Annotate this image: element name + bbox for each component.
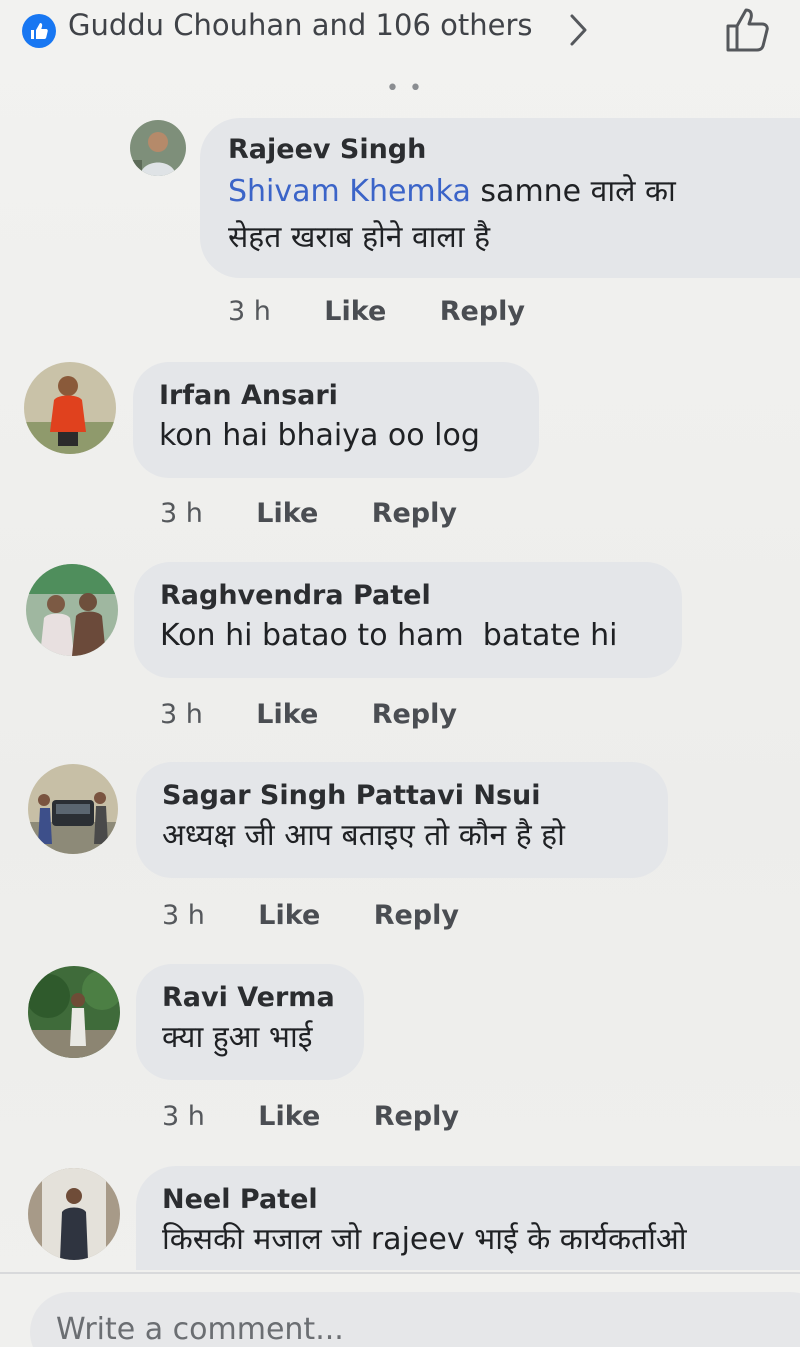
mention-link[interactable]: Shivam Khemka xyxy=(228,174,471,209)
avatar[interactable] xyxy=(28,1168,120,1260)
comment-text-line1: samne वाले का xyxy=(470,174,676,209)
comment-text: अध्यक्ष जी आप बताइए तो कौन है हो xyxy=(162,818,565,853)
chevron-right-icon[interactable] xyxy=(566,12,590,48)
comment-time: 3 h xyxy=(228,296,271,327)
comment-time: 3 h xyxy=(162,900,205,931)
avatar[interactable] xyxy=(28,764,118,854)
comment-time: 3 h xyxy=(160,699,203,730)
comment-bubble[interactable]: Irfan Ansari kon hai bhaiya oo log xyxy=(133,362,539,478)
comment-actions: 3 h Like Reply xyxy=(162,1101,459,1132)
comment-time: 3 h xyxy=(160,498,203,529)
reply-button[interactable]: Reply xyxy=(374,900,459,931)
comments-screen: Guddu Chouhan and 106 others •• Rajeev S… xyxy=(0,0,800,1347)
comment-author[interactable]: Rajeev Singh xyxy=(228,134,800,165)
comment-bubble[interactable]: Raghvendra Patel Kon hi batao to ham bat… xyxy=(134,562,682,678)
comment-author[interactable]: Neel Patel xyxy=(162,1184,800,1215)
comment-text: क्या हुआ भाई xyxy=(162,1020,313,1055)
composer-divider xyxy=(0,1272,800,1274)
comment-actions: 3 h Like Reply xyxy=(228,296,525,327)
like-post-icon[interactable] xyxy=(722,4,774,56)
more-indicator: •• xyxy=(386,76,432,101)
like-button[interactable]: Like xyxy=(258,1101,320,1132)
comment-actions: 3 h Like Reply xyxy=(162,900,459,931)
comment-author[interactable]: Raghvendra Patel xyxy=(160,580,682,611)
comment-text: किसकी मजाल जो rajeev भाई के कार्यकर्ताओ xyxy=(162,1222,687,1257)
avatar[interactable] xyxy=(28,966,120,1058)
like-reaction-icon xyxy=(22,14,56,48)
reactions-bar[interactable]: Guddu Chouhan and 106 others •• xyxy=(0,0,800,101)
comment-text: kon hai bhaiya oo log xyxy=(159,418,480,453)
comment-author[interactable]: Irfan Ansari xyxy=(159,380,539,411)
like-button[interactable]: Like xyxy=(258,900,320,931)
avatar[interactable] xyxy=(24,362,116,454)
comment-bubble[interactable]: Rajeev Singh Shivam Khemka samne वाले का… xyxy=(200,118,800,278)
comment-actions: 3 h Like Reply xyxy=(160,699,457,730)
reply-button[interactable]: Reply xyxy=(374,1101,459,1132)
avatar[interactable] xyxy=(130,120,186,176)
comment-time: 3 h xyxy=(162,1101,205,1132)
comment-bubble[interactable]: Sagar Singh Pattavi Nsui अध्यक्ष जी आप ब… xyxy=(136,762,668,878)
comment-text: Kon hi batao to ham batate hi xyxy=(160,618,618,653)
like-button[interactable]: Like xyxy=(324,296,386,327)
avatar[interactable] xyxy=(26,564,118,656)
comment-author[interactable]: Ravi Verma xyxy=(162,982,364,1013)
like-button[interactable]: Like xyxy=(256,699,318,730)
comment-text: Shivam Khemka samne वाले का सेहत खराब हो… xyxy=(228,169,800,261)
comment-composer[interactable] xyxy=(30,1292,800,1347)
reactors-summary[interactable]: Guddu Chouhan and 106 others xyxy=(68,8,532,42)
comment-bubble[interactable]: Ravi Verma क्या हुआ भाई xyxy=(136,964,364,1080)
comment-bubble[interactable]: Neel Patel किसकी मजाल जो rajeev भाई के क… xyxy=(136,1166,800,1270)
reply-button[interactable]: Reply xyxy=(372,498,457,529)
reply-button[interactable]: Reply xyxy=(440,296,525,327)
reply-button[interactable]: Reply xyxy=(372,699,457,730)
comment-input[interactable] xyxy=(54,1306,758,1347)
comment-author[interactable]: Sagar Singh Pattavi Nsui xyxy=(162,780,668,811)
comment-text-line2: सेहत खराब होने वाला है xyxy=(228,220,491,255)
comment-actions: 3 h Like Reply xyxy=(160,498,457,529)
like-button[interactable]: Like xyxy=(256,498,318,529)
